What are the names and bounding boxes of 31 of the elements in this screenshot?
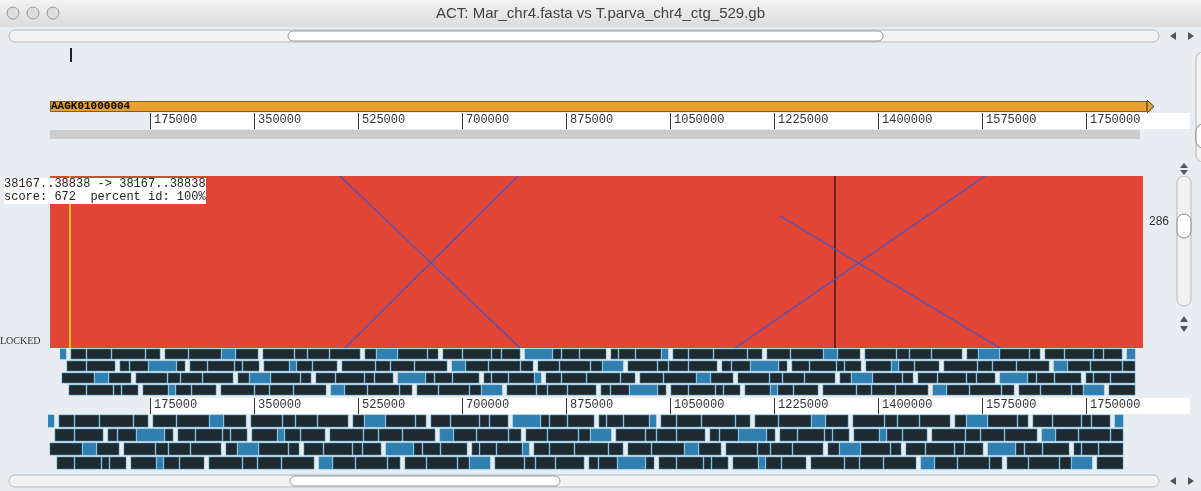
ruler-label: 700000	[462, 397, 566, 414]
ruler-label: 350000	[254, 397, 358, 414]
ruler-label: 875000	[566, 112, 670, 129]
locked-label: LOCKED	[0, 333, 42, 348]
ruler-label: 875000	[566, 397, 670, 414]
ruler-label: 1050000	[670, 112, 774, 129]
zoom-window-icon[interactable]	[46, 6, 60, 21]
scale-value: 286	[1149, 212, 1171, 230]
ruler-label: 700000	[462, 112, 566, 129]
ruler-label: 1750000	[1086, 112, 1190, 129]
ruler-label: 525000	[358, 397, 462, 414]
ruler-label: 175000	[150, 112, 254, 129]
ruler-label: 1225000	[774, 112, 878, 129]
ruler-label: 1575000	[982, 112, 1086, 129]
ruler-label: 1400000	[878, 112, 982, 129]
minimize-window-icon[interactable]	[26, 6, 40, 21]
match-score: score: 672 percent id: 100%	[4, 190, 206, 204]
contig-label: AAGK01000004	[51, 101, 131, 112]
ruler-label: 1050000	[670, 397, 774, 414]
ruler-label: 350000	[254, 112, 358, 129]
window-title: ACT: Mar_chr4.fasta vs T.parva_chr4_ctg_529.gb	[434, 3, 767, 24]
close-window-icon[interactable]	[6, 6, 20, 21]
ruler-label: 175000	[150, 397, 254, 414]
ruler-label: 1400000	[878, 397, 982, 414]
match-coordinates: 38167..38838 -> 38167..38838	[4, 177, 206, 191]
ruler-label: 1750000	[1086, 397, 1190, 414]
ruler-label: 1575000	[982, 397, 1086, 414]
ruler-label: 525000	[358, 112, 462, 129]
contig-end-arrow-icon	[1147, 99, 1155, 113]
ruler-label: 1225000	[774, 397, 878, 414]
cursor-mark	[70, 47, 72, 62]
